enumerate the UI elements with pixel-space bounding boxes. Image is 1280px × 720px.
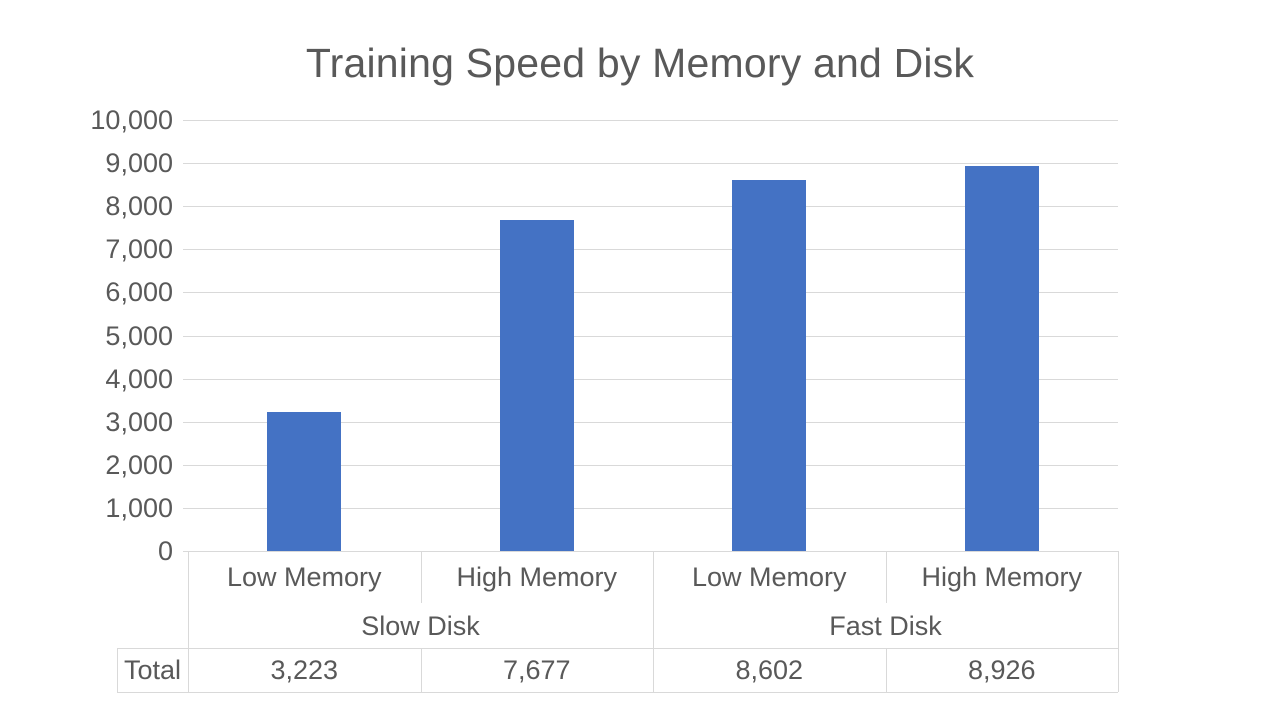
y-axis-tick-label: 7,000 bbox=[105, 234, 173, 265]
bar[interactable] bbox=[499, 220, 574, 551]
x-axis-group-label: Slow Disk bbox=[361, 611, 480, 641]
y-axis-tick bbox=[183, 120, 188, 121]
data-table-cell: 7,677 bbox=[502, 655, 571, 685]
table-bottom-border bbox=[117, 692, 1118, 693]
y-axis-tick-label: 9,000 bbox=[105, 148, 173, 179]
chart-container: Training Speed by Memory and Disk 10,000… bbox=[0, 0, 1280, 720]
y-axis-tick-label: 4,000 bbox=[105, 363, 173, 394]
y-axis-tick-label: 6,000 bbox=[105, 277, 173, 308]
y-axis-tick-label: 1,000 bbox=[105, 492, 173, 523]
table-column-divider bbox=[1118, 551, 1119, 603]
y-axis-tick-label: 3,000 bbox=[105, 406, 173, 437]
plot-area bbox=[183, 120, 1118, 552]
x-axis-category-label: Low Memory bbox=[691, 562, 847, 592]
bar[interactable] bbox=[267, 412, 342, 551]
y-axis-tick bbox=[183, 292, 188, 294]
table-group-divider bbox=[1118, 603, 1119, 648]
y-axis-tick bbox=[183, 206, 188, 208]
gridline bbox=[188, 163, 1118, 165]
data-table-row-header: Total bbox=[123, 655, 182, 685]
data-table-cell: 3,223 bbox=[270, 655, 339, 685]
data-table-cell: 8,926 bbox=[967, 655, 1036, 685]
x-axis-category-label: High Memory bbox=[921, 562, 1083, 592]
y-axis-tick bbox=[183, 335, 188, 337]
y-axis-tick bbox=[183, 163, 188, 165]
data-table-cell: 8,602 bbox=[735, 655, 804, 685]
chart-title: Training Speed by Memory and Disk bbox=[305, 40, 975, 86]
y-axis-tick bbox=[183, 421, 188, 423]
table-row-divider-vertical bbox=[1118, 648, 1119, 692]
y-axis-tick bbox=[183, 464, 188, 466]
y-axis-tick bbox=[183, 507, 188, 509]
y-axis-tick bbox=[183, 249, 188, 251]
bar[interactable] bbox=[732, 180, 807, 551]
y-axis-tick bbox=[183, 378, 188, 380]
bar[interactable] bbox=[964, 166, 1039, 551]
y-axis-tick-label: 8,000 bbox=[105, 191, 173, 222]
y-axis-tick-label: 5,000 bbox=[105, 320, 173, 351]
x-axis-category-label: Low Memory bbox=[226, 562, 382, 592]
y-axis-tick-label: 10,000 bbox=[90, 105, 173, 135]
gridline bbox=[188, 120, 1118, 121]
y-axis-tick-label: 2,000 bbox=[105, 449, 173, 480]
x-axis-group-label: Fast Disk bbox=[829, 611, 942, 641]
x-axis-category-label: High Memory bbox=[456, 562, 618, 592]
